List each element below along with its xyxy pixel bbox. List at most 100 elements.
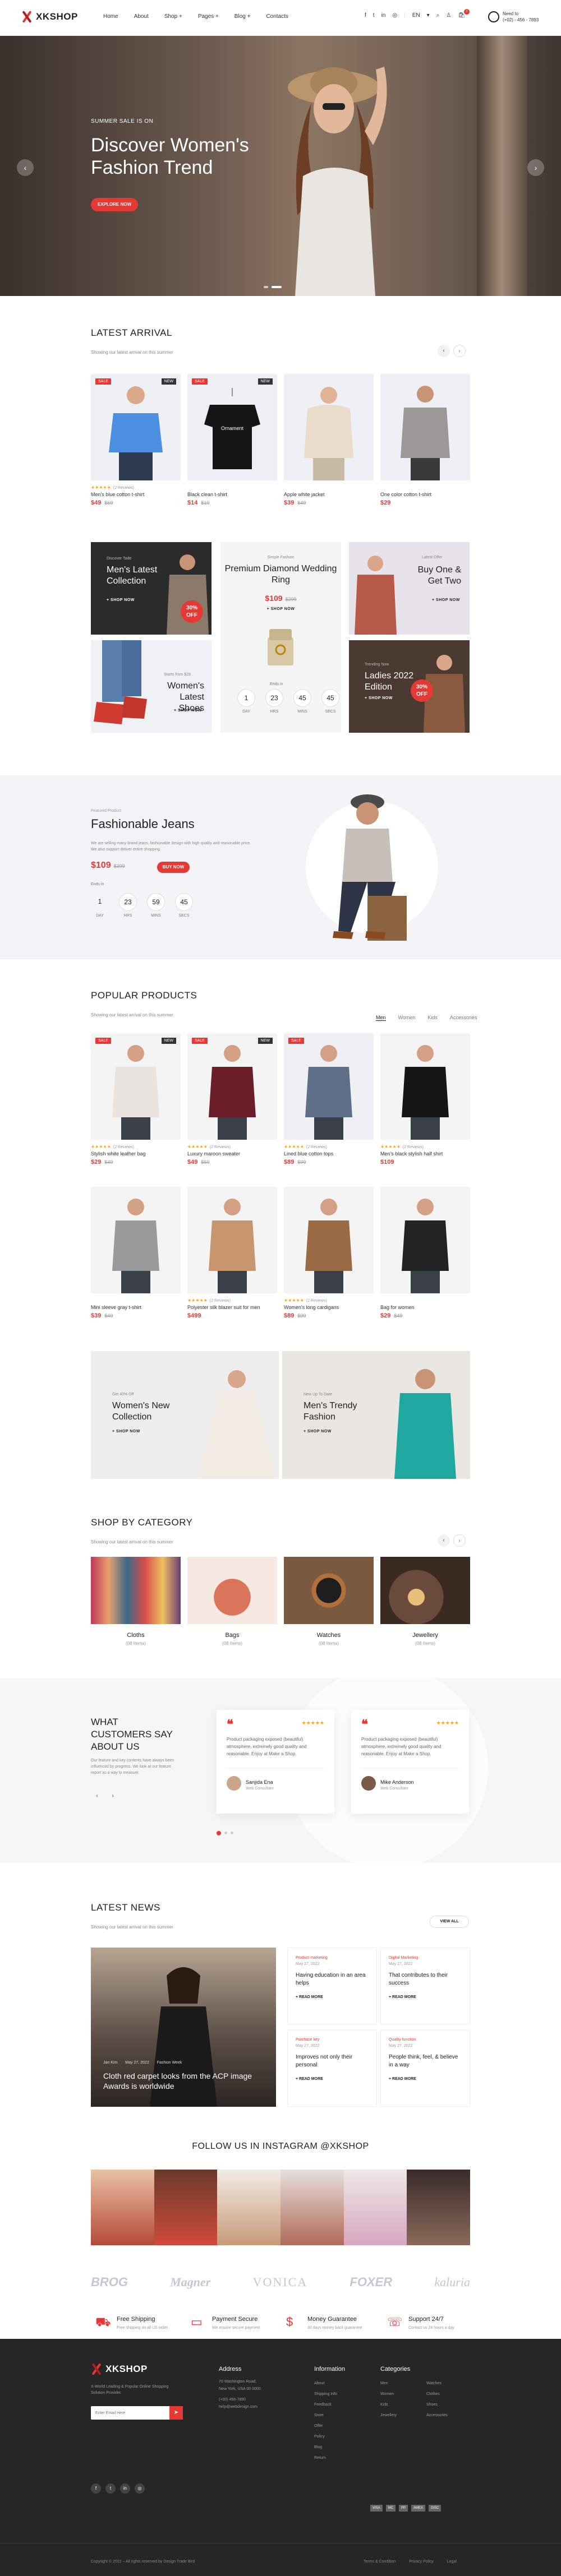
language-select[interactable]: EN	[412, 12, 420, 19]
product-card[interactable]: SALE NEW ★★★★★ (2 Reviews) Stylish white lea…	[91, 1033, 181, 1166]
promo-banner-mens-trendy[interactable]: New Up To Date Men's Trendy Fashion + SH…	[282, 1351, 470, 1479]
product-name[interactable]: Lined blue cotton tops	[284, 1151, 374, 1157]
shop-now-link[interactable]: + SHOP NOW	[107, 598, 135, 602]
news-featured-title[interactable]: Cloth red carpet looks from the ACP imag…	[103, 2071, 260, 2091]
slide-dot[interactable]	[224, 1832, 227, 1834]
product-name[interactable]: Men's black stylish half shirt	[380, 1151, 470, 1157]
nav-pages[interactable]: Pages +	[198, 13, 219, 20]
brand-logo-item[interactable]: FOXER	[350, 2275, 392, 2290]
tab-kids[interactable]: Kids	[427, 1015, 438, 1021]
linkedin-icon[interactable]: in	[120, 2483, 130, 2494]
tab-women[interactable]: Women	[398, 1015, 416, 1021]
nav-about[interactable]: About	[134, 13, 149, 20]
buy-now-button[interactable]: BUY NOW	[157, 862, 190, 873]
instagram-photo[interactable]	[154, 2170, 218, 2245]
news-card[interactable]: Quality function May 27, 2022 People think…	[380, 2029, 470, 2107]
explore-now-button[interactable]: EXPLORE NOW	[91, 198, 138, 211]
brand-logo-item[interactable]: BROG	[91, 2275, 128, 2290]
product-card[interactable]: Ornament SALE NEW Black clean t-shirt $14…	[187, 374, 277, 506]
product-image[interactable]: SALE NEW	[91, 1033, 181, 1140]
facebook-icon[interactable]: f	[365, 12, 366, 19]
product-image[interactable]	[380, 374, 470, 480]
shop-now-link[interactable]: + SHOP NOW	[220, 607, 341, 611]
promo-banner-shoes[interactable]: Starts from $29 Women's Latest Shoes + S…	[91, 640, 211, 733]
tab-men[interactable]: Men	[376, 1015, 386, 1021]
product-card[interactable]: ★★★★★ (2 Reviews) Polyester silk blazer su…	[187, 1187, 277, 1319]
brand-logo-item[interactable]: kaluria	[434, 2275, 470, 2290]
view-all-button[interactable]: VIEW ALL	[430, 1916, 469, 1928]
promo-banner-womens-collection[interactable]: Get 40% Off Women's New Collection + SHO…	[91, 1351, 279, 1479]
product-card[interactable]: SALE NEW ★★★★★ (2 Reviews) Men's blue cott…	[91, 374, 181, 506]
prev-arrow-icon[interactable]: ‹	[438, 1534, 450, 1547]
instagram-photo[interactable]	[343, 2170, 407, 2245]
product-image[interactable]: Ornament SALE NEW	[187, 374, 277, 480]
send-icon[interactable]: ➤	[169, 2406, 183, 2420]
help-contact[interactable]: Need to (+02) - 456 - 7893	[488, 11, 539, 23]
news-featured-card[interactable]: Jan Kim May 27, 2022 Fashion Week Cloth re…	[91, 1948, 276, 2107]
nav-contacts[interactable]: Contacts	[266, 13, 288, 20]
product-name[interactable]: Black clean t-shirt	[187, 492, 277, 497]
product-card[interactable]: Apple white jacket $39 $49	[284, 374, 374, 506]
product-card[interactable]: Mini sleeve gray t-shirt $39 $49	[91, 1187, 181, 1319]
facebook-icon[interactable]: f	[91, 2483, 101, 2494]
twitter-icon[interactable]: t	[373, 12, 375, 19]
instagram-photo[interactable]	[407, 2170, 471, 2245]
next-arrow-icon[interactable]: ›	[107, 1790, 119, 1802]
category-card[interactable]: Cloths (08 Items)	[91, 1557, 181, 1646]
search-icon[interactable]: ⌕	[436, 12, 440, 19]
product-image[interactable]: SALE NEW	[91, 374, 181, 480]
product-name[interactable]: Bag for women	[380, 1305, 470, 1310]
instagram-photo[interactable]	[280, 2170, 344, 2245]
prev-arrow-icon[interactable]: ‹	[91, 1790, 103, 1802]
category-image[interactable]	[187, 1557, 277, 1624]
product-image[interactable]	[380, 1187, 470, 1293]
product-card[interactable]: ★★★★★ (2 Reviews) Men's black stylish half…	[380, 1033, 470, 1166]
shop-now-link[interactable]: + SHOP NOW	[365, 696, 393, 700]
instagram-icon[interactable]: ◎	[392, 12, 397, 19]
product-name[interactable]: Apple white jacket	[284, 492, 374, 497]
brand-logo[interactable]: XKSHOP	[21, 11, 78, 22]
shop-now-link[interactable]: + SHOP NOW	[112, 1430, 140, 1433]
nav-shop[interactable]: Shop +	[164, 13, 182, 20]
product-image[interactable]	[380, 1033, 470, 1140]
slide-dot-active[interactable]	[217, 1831, 221, 1835]
instagram-photo[interactable]	[217, 2170, 281, 2245]
shop-now-link[interactable]: + SHOP NOW	[174, 709, 202, 713]
category-card[interactable]: Jewellery (08 Items)	[380, 1557, 470, 1646]
slide-dot[interactable]	[264, 286, 268, 288]
read-more-link[interactable]: + READ MORE	[296, 2077, 369, 2081]
footer-logo[interactable]: XKSHOP	[91, 2364, 148, 2375]
slide-dot[interactable]	[231, 1832, 233, 1834]
nav-blog[interactable]: Blog +	[234, 13, 251, 20]
product-name[interactable]: One color cotton t-shirt	[380, 492, 470, 497]
product-name[interactable]: Stylish white leather bag	[91, 1151, 181, 1157]
news-title[interactable]: Improves not only their personal	[296, 2054, 369, 2069]
product-name[interactable]: Women's long cardigans	[284, 1305, 374, 1310]
news-title[interactable]: That contributes to their success	[389, 1972, 462, 1987]
product-name[interactable]: Luxury maroon sweater	[187, 1151, 277, 1157]
nav-home[interactable]: Home	[103, 13, 118, 20]
product-image[interactable]	[91, 1187, 181, 1293]
next-arrow-icon[interactable]: ›	[453, 1534, 466, 1547]
product-name[interactable]: Polyester silk blazer suit for men	[187, 1305, 277, 1310]
news-card[interactable]: Digital Marketing May 27, 2022 That contri…	[380, 1948, 470, 2025]
promo-banner-mens[interactable]: Discover Tade Men's Latest Collection + …	[91, 542, 211, 635]
product-card[interactable]: One color cotton t-shirt $29	[380, 374, 470, 506]
hero-prev-arrow-icon[interactable]: ‹	[17, 159, 34, 176]
news-card[interactable]: Product marketing May 27, 2022 Having educ…	[287, 1948, 377, 2025]
category-image[interactable]	[380, 1557, 470, 1624]
linkedin-icon[interactable]: in	[381, 12, 386, 19]
tab-accessories[interactable]: Accessories	[450, 1015, 477, 1021]
product-image[interactable]	[284, 374, 374, 480]
email-field[interactable]	[91, 2406, 169, 2420]
news-title[interactable]: Having education in an area helps	[296, 1972, 369, 1987]
product-name[interactable]: Mini sleeve gray t-shirt	[91, 1305, 181, 1310]
promo-banner-ring[interactable]: Simple Fashion Premium Diamond Wedding R…	[220, 542, 341, 733]
product-image[interactable]	[187, 1187, 277, 1293]
product-image[interactable]	[284, 1187, 374, 1293]
twitter-icon[interactable]: t	[105, 2483, 116, 2494]
product-card[interactable]: Bag for women $29 $49	[380, 1187, 470, 1319]
hero-next-arrow-icon[interactable]: ›	[527, 159, 544, 176]
instagram-photo[interactable]	[91, 2170, 154, 2245]
brand-logo-item[interactable]: Magner	[170, 2275, 210, 2290]
